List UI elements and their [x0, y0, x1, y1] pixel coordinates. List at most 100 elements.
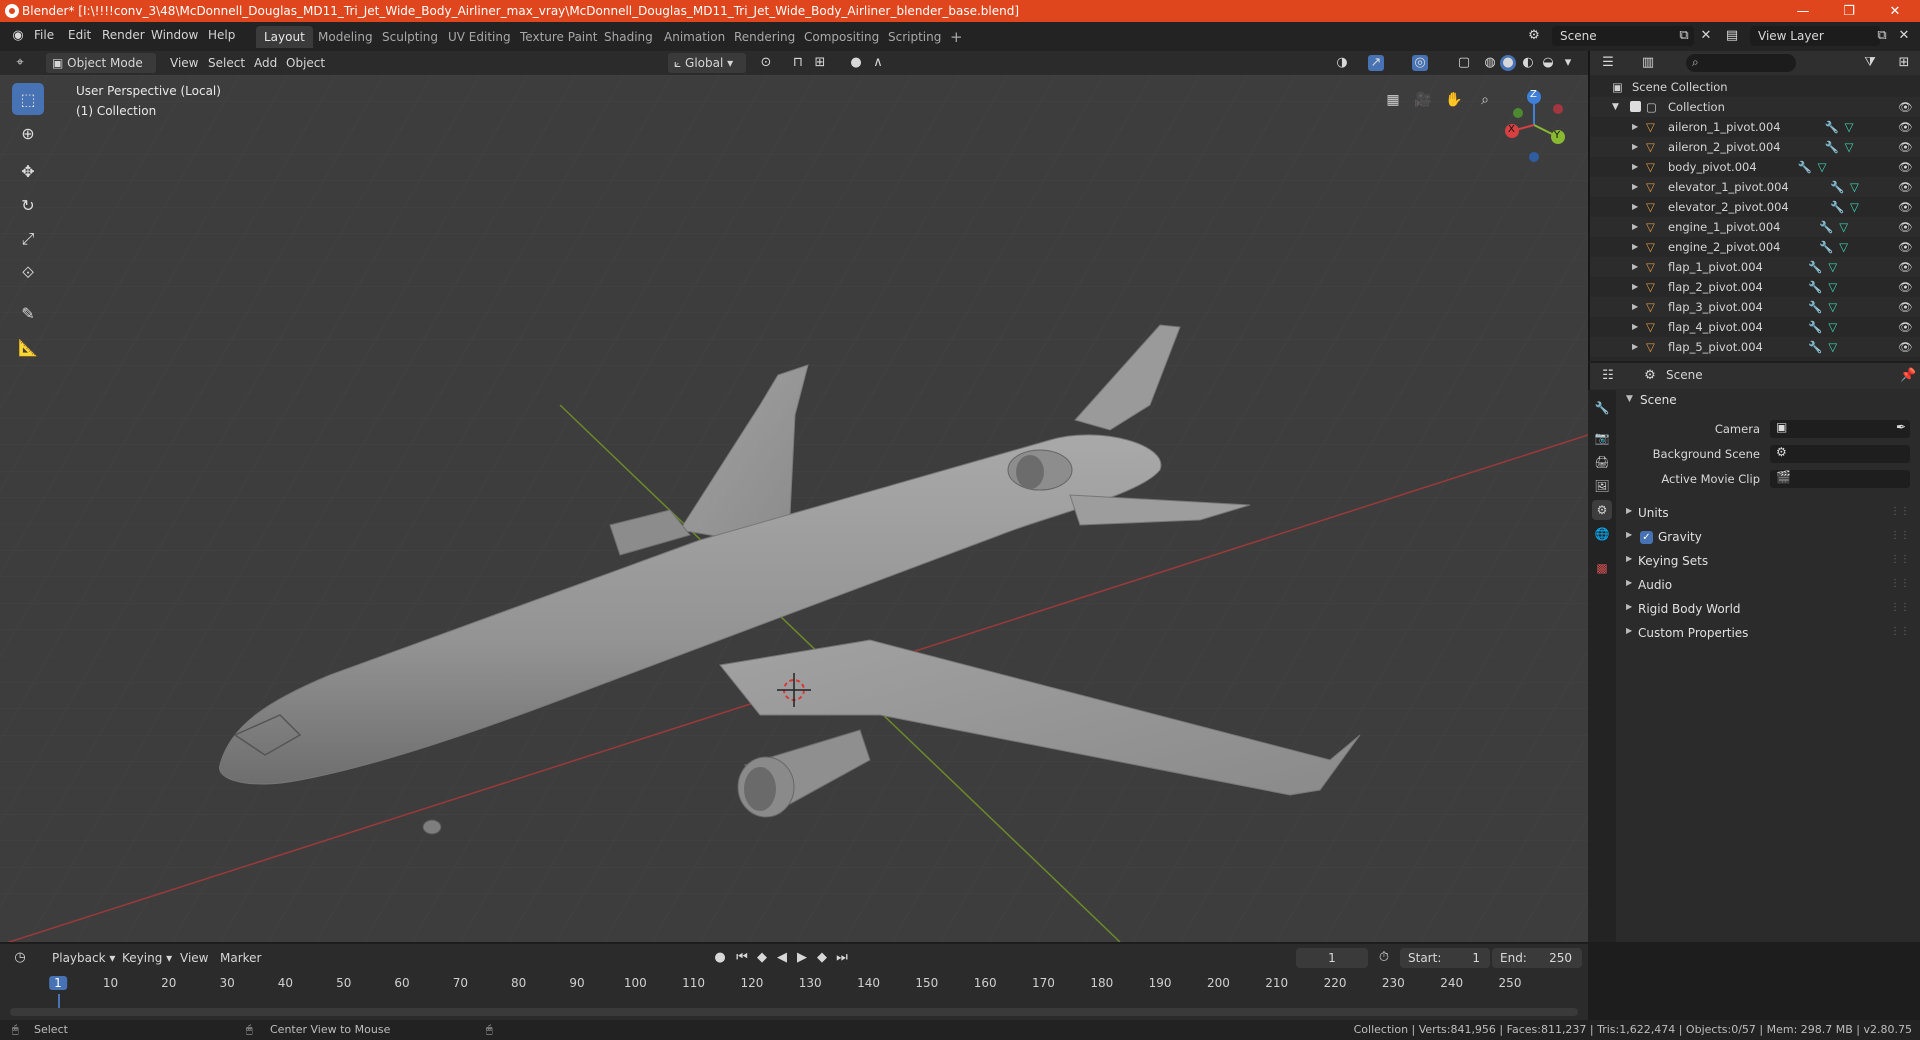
select-box-tool[interactable]: ⬚: [12, 83, 44, 115]
timeline-scrollbar[interactable]: [10, 1008, 1578, 1016]
tab-compositing[interactable]: Compositing: [796, 26, 887, 48]
expand-arrow-icon[interactable]: ▶: [1632, 317, 1638, 337]
menu-window[interactable]: Window: [151, 28, 198, 42]
pan-hand-icon[interactable]: ✋: [1441, 87, 1467, 113]
view-layer-field[interactable]: View Layer: [1750, 26, 1880, 46]
drag-handle-icon[interactable]: ⋮⋮: [1890, 626, 1910, 637]
outliner-row-collection[interactable]: ▼ ▢ Collection 👁: [1590, 97, 1920, 117]
expand-arrow-icon[interactable]: ▼: [1612, 97, 1619, 117]
active-movie-clip-field[interactable]: 🎬: [1770, 470, 1910, 488]
tab-animation[interactable]: Animation: [656, 26, 733, 48]
snap-icon[interactable]: ⊓: [790, 55, 806, 71]
visibility-eye-icon[interactable]: 👁: [1898, 177, 1913, 197]
outliner-search-input[interactable]: ⌕: [1686, 54, 1796, 72]
drag-handle-icon[interactable]: ⋮⋮: [1890, 578, 1910, 589]
measure-tool[interactable]: 📐: [12, 331, 44, 363]
proportional-edit-icon[interactable]: ●: [848, 55, 864, 71]
wireframe-shading-icon[interactable]: ◍: [1482, 55, 1498, 71]
visibility-eye-icon[interactable]: 👁: [1898, 137, 1913, 157]
world-tab-icon[interactable]: 🌐: [1592, 524, 1612, 544]
camera-view-icon[interactable]: 🎥: [1410, 87, 1436, 113]
start-frame-field[interactable]: Start: 1: [1400, 948, 1490, 968]
keying-menu[interactable]: Keying ▾: [116, 948, 178, 968]
overlay-toggle-icon[interactable]: ◎: [1412, 55, 1428, 71]
gravity-checkbox[interactable]: ✓: [1640, 531, 1653, 544]
outliner-editor-icon[interactable]: ☰: [1600, 55, 1616, 71]
expand-arrow-icon[interactable]: ▶: [1632, 237, 1638, 257]
xray-icon[interactable]: ▢: [1456, 55, 1472, 71]
tab-texture-paint[interactable]: Texture Paint: [512, 26, 605, 48]
output-tab-icon[interactable]: 🖨: [1592, 452, 1612, 472]
jump-end-icon[interactable]: ⏭: [834, 950, 850, 966]
tab-scripting[interactable]: Scripting: [880, 26, 949, 48]
expand-arrow-icon[interactable]: ▶: [1632, 217, 1638, 237]
expand-arrow-icon[interactable]: ▶: [1632, 177, 1638, 197]
outliner-row-object[interactable]: ▶ ▽ body_pivot.004 🔧 ▽ 👁: [1590, 157, 1920, 177]
tab-uv-editing[interactable]: UV Editing: [440, 26, 519, 48]
outliner-row-object[interactable]: ▶ ▽ engine_1_pivot.004 🔧 ▽ 👁: [1590, 217, 1920, 237]
outliner-row-object[interactable]: ▶ ▽ aileron_2_pivot.004 🔧 ▽ 👁: [1590, 137, 1920, 157]
maximize-button[interactable]: ❐: [1826, 0, 1872, 22]
scene-panel-title[interactable]: Scene: [1640, 393, 1677, 407]
panel-keying-sets[interactable]: ▶ Keying Sets ⋮⋮: [1620, 552, 1910, 572]
scene-field[interactable]: Scene: [1552, 26, 1694, 46]
delete-view-layer-icon[interactable]: ✕: [1896, 28, 1912, 44]
outliner-row-object[interactable]: ▶ ▽ flap_5_pivot.004 🔧 ▽ 👁: [1590, 337, 1920, 357]
playback-menu[interactable]: Playback ▾: [46, 948, 121, 968]
timeline-view-menu[interactable]: View: [174, 948, 214, 968]
next-keyframe-icon[interactable]: ◆: [814, 950, 830, 966]
expand-arrow-icon[interactable]: ▶: [1632, 197, 1638, 217]
transform-orientation-dropdown[interactable]: ⟀ Global ▾: [668, 53, 746, 73]
snap-target-icon[interactable]: ⊞: [812, 55, 828, 71]
panel-custom-properties[interactable]: ▶ Custom Properties ⋮⋮: [1620, 624, 1910, 644]
shading-options-icon[interactable]: ▾: [1560, 55, 1576, 71]
outliner-row-object[interactable]: ▶ ▽ elevator_2_pivot.004 🔧 ▽ 👁: [1590, 197, 1920, 217]
scene-tab-icon[interactable]: ⚙: [1592, 500, 1612, 520]
menu-render[interactable]: Render: [102, 28, 145, 42]
new-view-layer-icon[interactable]: ⧉: [1874, 28, 1890, 44]
visibility-icon[interactable]: ◑: [1334, 55, 1350, 71]
visibility-eye-icon[interactable]: 👁: [1898, 337, 1913, 357]
outliner-row-object[interactable]: ▶ ▽ flap_1_pivot.004 🔧 ▽ 👁: [1590, 257, 1920, 277]
falloff-icon[interactable]: ∧: [870, 55, 886, 71]
visibility-eye-icon[interactable]: 👁: [1898, 257, 1913, 277]
solid-shading-icon[interactable]: ●: [1500, 55, 1516, 71]
view-layer-icon[interactable]: ▤: [1724, 28, 1740, 44]
mode-dropdown[interactable]: ▣ Object Mode ▾: [46, 53, 156, 90]
expand-arrow-icon[interactable]: ▶: [1632, 297, 1638, 317]
cursor-tool[interactable]: ⊕: [12, 117, 44, 149]
collection-checkbox[interactable]: [1630, 101, 1641, 112]
background-scene-field[interactable]: ⚙: [1770, 445, 1910, 463]
transform-tool[interactable]: ⟐: [12, 257, 44, 289]
blender-menu-icon[interactable]: ◉: [10, 28, 26, 44]
3d-viewport[interactable]: User Perspective (Local) (1) Collection …: [0, 75, 1588, 942]
play-reverse-icon[interactable]: ◀: [774, 950, 790, 966]
eyedropper-icon[interactable]: ✒: [1896, 420, 1906, 434]
panel-units[interactable]: ▶ Units ⋮⋮: [1620, 504, 1910, 524]
visibility-eye-icon[interactable]: 👁: [1898, 297, 1913, 317]
outliner-row-scene-collection[interactable]: ▣ Scene Collection: [1590, 77, 1920, 97]
end-frame-field[interactable]: End: 250: [1492, 948, 1582, 968]
visibility-eye-icon[interactable]: 👁: [1898, 117, 1913, 137]
rendered-shading-icon[interactable]: ◒: [1540, 55, 1556, 71]
render-tab-icon[interactable]: 📷: [1592, 428, 1612, 448]
expand-arrow-icon[interactable]: ▶: [1632, 137, 1638, 157]
panel-gravity[interactable]: ▶ ✓ Gravity ⋮⋮: [1620, 528, 1910, 548]
tab-layout[interactable]: Layout: [256, 26, 313, 48]
drag-handle-icon[interactable]: ⋮⋮: [1890, 506, 1910, 517]
prev-keyframe-icon[interactable]: ◆: [754, 950, 770, 966]
outliner-row-object[interactable]: ▶ ▽ flap_4_pivot.004 🔧 ▽ 👁: [1590, 317, 1920, 337]
panel-audio[interactable]: ▶ Audio ⋮⋮: [1620, 576, 1910, 596]
outliner-row-object[interactable]: ▶ ▽ engine_2_pivot.004 🔧 ▽ 👁: [1590, 237, 1920, 257]
expand-arrow-icon[interactable]: ▶: [1632, 117, 1638, 137]
close-button[interactable]: ✕: [1872, 0, 1918, 22]
move-tool[interactable]: ✥: [12, 155, 44, 187]
play-icon[interactable]: ▶: [794, 950, 810, 966]
outliner-row-object[interactable]: ▶ ▽ aileron_1_pivot.004 🔧 ▽ 👁: [1590, 117, 1920, 137]
drag-handle-icon[interactable]: ⋮⋮: [1890, 602, 1910, 613]
timeline-ruler[interactable]: 1 10 20 30 40 50 60 70 80 90 100 110 120 130 140 150 160…: [0, 972, 1588, 1020]
visibility-eye-icon[interactable]: 👁: [1898, 217, 1913, 237]
annotate-tool[interactable]: ✎: [12, 297, 44, 329]
menu-file[interactable]: File: [34, 28, 54, 42]
jump-start-icon[interactable]: ⏮: [734, 950, 750, 966]
